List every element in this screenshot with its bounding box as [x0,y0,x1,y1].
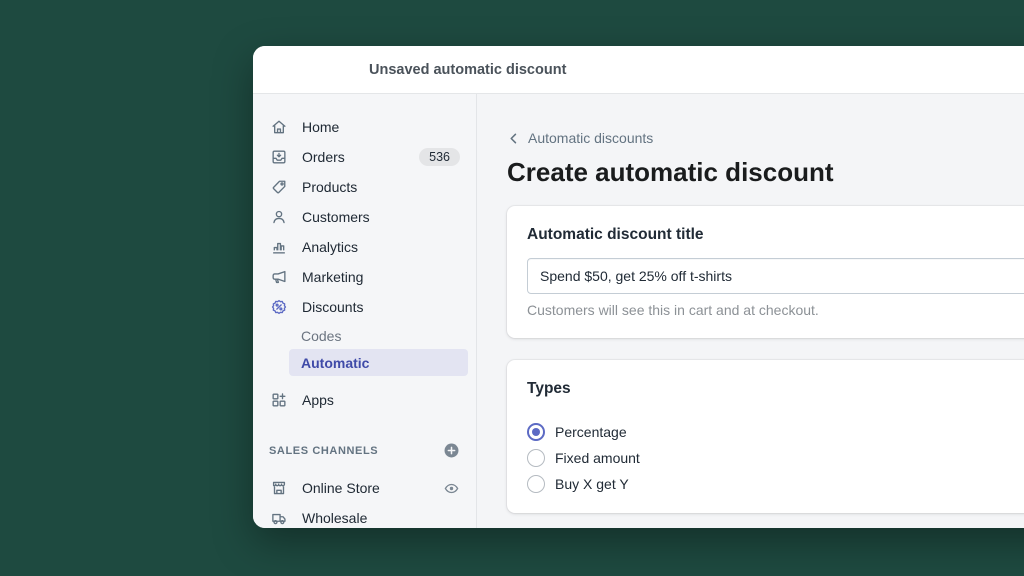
sidebar-item-analytics[interactable]: Analytics [253,232,476,262]
radio-label: Buy X get Y [555,476,629,492]
radio-label: Percentage [555,424,627,440]
unsaved-title: Unsaved automatic discount [369,62,566,78]
sidebar-subitem-automatic[interactable]: Automatic [289,349,468,376]
sidebar-item-label: Customers [302,209,370,225]
sidebar-item-discounts[interactable]: Discounts [253,292,476,322]
sidebar-item-label: Codes [301,328,341,344]
sidebar-item-label: Marketing [302,269,363,285]
home-icon [269,117,289,137]
apps-icon [269,390,289,410]
breadcrumb-label: Automatic discounts [528,130,653,146]
chevron-left-icon [507,132,520,145]
orders-count-badge: 536 [419,148,460,166]
sidebar-item-marketing[interactable]: Marketing [253,262,476,292]
eye-icon[interactable] [443,480,460,497]
sidebar: Home Orders 536 [253,94,477,528]
radio-option-buy-x-get-y[interactable]: Buy X get Y [527,475,629,493]
radio-button [527,449,545,467]
discount-title-helper: Customers will see this in cart and at c… [527,302,1024,318]
orders-icon [269,147,289,167]
radio-option-fixed-amount[interactable]: Fixed amount [527,449,640,467]
sidebar-item-products[interactable]: Products [253,172,476,202]
sidebar-item-label: Home [302,119,339,135]
app-window: Unsaved automatic discount Home [253,46,1024,528]
sidebar-item-label: Automatic [301,355,369,371]
sidebar-item-apps[interactable]: Apps [253,385,476,415]
types-card: Types Percentage Fixed amount Buy X get … [507,360,1024,513]
sidebar-item-home[interactable]: Home [253,112,476,142]
storefront-icon [269,478,289,498]
sales-channels-header: SALES CHANNELS [253,442,476,459]
sidebar-item-label: Orders [302,149,345,165]
plus-circle-icon[interactable] [443,442,460,459]
sidebar-item-label: Discounts [302,299,363,315]
main-content: Automatic discounts Create automatic dis… [477,94,1024,528]
sidebar-item-label: Online Store [302,480,380,496]
truck-icon [269,508,289,528]
radio-button [527,475,545,493]
sidebar-item-customers[interactable]: Customers [253,202,476,232]
page-title: Create automatic discount [507,157,1024,188]
sidebar-subitem-codes[interactable]: Codes [289,322,468,349]
context-bar: Unsaved automatic discount [253,46,1024,94]
sales-channels-label: SALES CHANNELS [269,445,378,457]
desktop-background: Unsaved automatic discount Home [0,0,1024,576]
types-heading: Types [527,380,1024,398]
sidebar-item-label: Apps [302,392,334,408]
customers-icon [269,207,289,227]
sidebar-item-orders[interactable]: Orders 536 [253,142,476,172]
radio-button [527,423,545,441]
breadcrumb[interactable]: Automatic discounts [507,130,653,146]
discount-title-heading: Automatic discount title [527,226,1024,244]
discount-title-card: Automatic discount title Customers will … [507,206,1024,338]
sidebar-item-label: Wholesale [302,510,367,526]
sidebar-item-label: Analytics [302,239,358,255]
sidebar-item-online-store[interactable]: Online Store [253,473,476,503]
marketing-icon [269,267,289,287]
radio-label: Fixed amount [555,450,640,466]
analytics-icon [269,237,289,257]
radio-option-percentage[interactable]: Percentage [527,423,627,441]
discount-title-input[interactable] [527,258,1024,294]
sidebar-item-wholesale[interactable]: Wholesale [253,503,476,528]
discounts-icon [269,297,289,317]
sidebar-item-label: Products [302,179,357,195]
products-icon [269,177,289,197]
